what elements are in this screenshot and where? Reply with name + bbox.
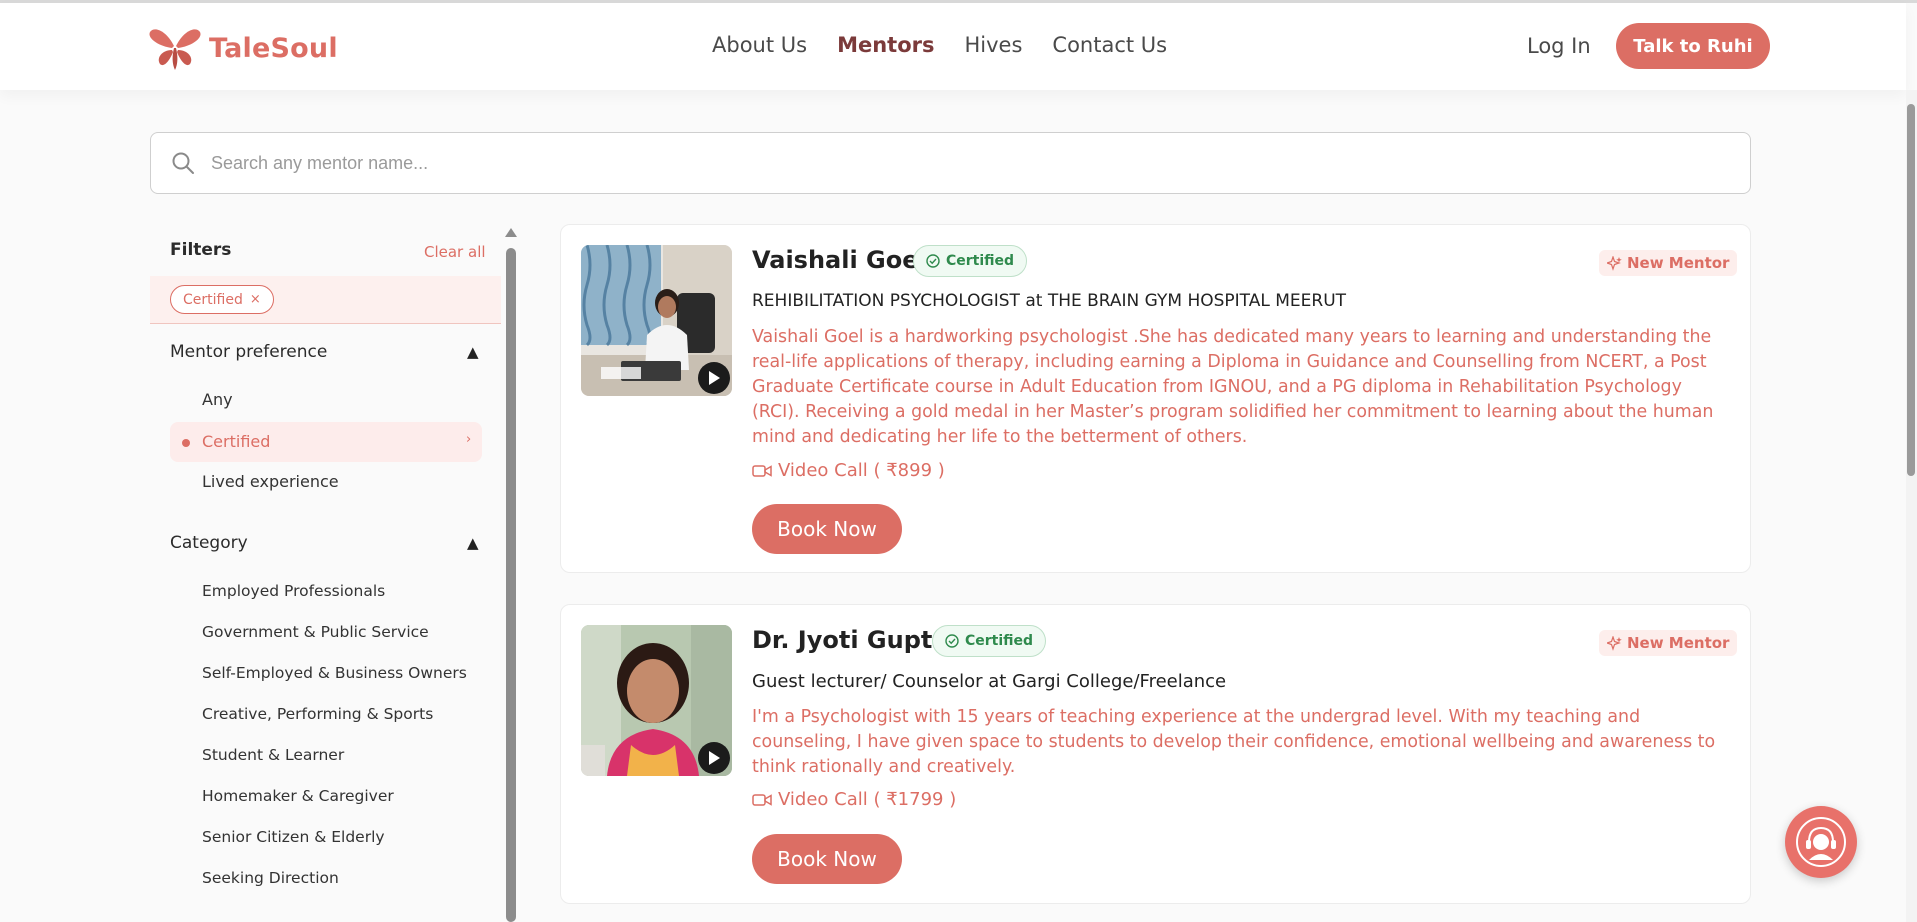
butterfly-logo-icon — [149, 29, 201, 70]
mentor-video-thumbnail[interactable] — [581, 245, 732, 396]
category-option[interactable]: Homemaker & Caregiver — [202, 787, 394, 805]
certified-badge: Certified — [932, 625, 1047, 657]
site-header: TaleSoul About Us Mentors Hives Contact … — [0, 3, 1906, 90]
clear-all-link[interactable]: Clear all — [424, 243, 486, 261]
mentor-description: I'm a Psychologist with 15 years of teac… — [752, 707, 1716, 777]
category-option[interactable]: Self-Employed & Business Owners — [202, 664, 467, 682]
video-call-price: Video Call ( ₹899 ) — [752, 460, 945, 481]
new-mentor-tag: New Mentor — [1599, 630, 1738, 656]
category-option[interactable]: Employed Professionals — [202, 582, 385, 600]
mentor-card: Vaishali Goel Certified New Mentor REHIB… — [560, 224, 1751, 573]
nav-contact-us[interactable]: Contact Us — [1052, 33, 1167, 57]
pref-option-any[interactable]: Any — [202, 390, 233, 409]
tag-label: New Mentor — [1627, 254, 1730, 272]
sidebar-scrollbar[interactable] — [505, 228, 517, 922]
nav-about-us[interactable]: About Us — [712, 33, 807, 57]
mentor-search — [150, 132, 1751, 194]
brand-logo[interactable]: TaleSoul — [148, 26, 338, 70]
category-option[interactable]: Student & Learner — [202, 746, 344, 764]
search-icon — [172, 152, 194, 174]
category-option[interactable]: Government & Public Service — [202, 623, 429, 641]
badge-label: Certified — [946, 253, 1015, 269]
scrollbar-thumb[interactable] — [506, 248, 516, 922]
chevron-right-icon: › — [466, 432, 472, 447]
sparkle-icon — [1607, 255, 1622, 271]
filters-sidebar: Filters Clear all Certified × Mentor pre… — [150, 228, 501, 922]
mentor-preference-title: Mentor preference — [170, 342, 328, 362]
scroll-up-arrow-icon[interactable] — [505, 228, 517, 237]
category-title: Category — [170, 533, 248, 553]
collapse-arrow-icon[interactable]: ▲ — [467, 343, 479, 361]
category-option[interactable]: Creative, Performing & Sports — [202, 705, 433, 723]
nav-mentors[interactable]: Mentors — [837, 33, 934, 57]
collapse-arrow-icon[interactable]: ▲ — [467, 534, 479, 552]
book-now-button[interactable]: Book Now — [752, 504, 902, 554]
mentor-video-thumbnail[interactable] — [581, 625, 732, 776]
video-call-price: Video Call ( ₹1799 ) — [752, 789, 956, 810]
mentor-role: Guest lecturer/ Counselor at Gargi Colle… — [752, 671, 1227, 692]
mentor-name[interactable]: Vaishali Goel — [752, 246, 927, 274]
support-agent-icon — [1796, 817, 1846, 867]
video-call-label: Video Call ( ₹899 ) — [778, 460, 945, 481]
page-scrollbar[interactable] — [1906, 90, 1917, 922]
pref-option-label: Certified — [202, 432, 271, 451]
filters-title: Filters — [170, 240, 232, 260]
certified-badge: Certified — [913, 245, 1028, 277]
login-link[interactable]: Log In — [1527, 34, 1591, 58]
selected-dot-icon — [182, 439, 190, 447]
check-circle-icon — [945, 634, 959, 648]
sparkle-icon — [1607, 635, 1622, 651]
pref-option-lived-experience[interactable]: Lived experience — [202, 472, 339, 491]
badge-label: Certified — [965, 633, 1034, 649]
chat-assistant-button[interactable] — [1785, 806, 1857, 878]
close-icon[interactable]: × — [250, 292, 261, 307]
chip-label: Certified — [183, 291, 243, 308]
talk-to-ruhi-button[interactable]: Talk to Ruhi — [1616, 23, 1770, 69]
book-now-button[interactable]: Book Now — [752, 834, 902, 884]
main-nav: About Us Mentors Hives Contact Us — [712, 33, 1167, 57]
mentor-card: Dr. Jyoti Gupta Certified New Mentor Gue… — [560, 604, 1751, 904]
check-circle-icon — [926, 254, 940, 268]
mentor-description: Vaishali Goel is a hardworking psycholog… — [752, 327, 1714, 447]
category-option[interactable]: Senior Citizen & Elderly — [202, 828, 385, 846]
nav-hives[interactable]: Hives — [965, 33, 1023, 57]
video-camera-icon — [752, 464, 772, 477]
tag-label: New Mentor — [1627, 634, 1730, 652]
page: TaleSoul About Us Mentors Hives Contact … — [0, 0, 1917, 922]
scrollbar-thumb[interactable] — [1907, 104, 1915, 476]
search-input[interactable] — [211, 152, 1611, 174]
play-icon[interactable] — [698, 742, 730, 774]
brand-name: TaleSoul — [209, 32, 338, 64]
active-filters: Certified × — [150, 276, 501, 324]
new-mentor-tag: New Mentor — [1599, 250, 1738, 276]
play-icon[interactable] — [698, 362, 730, 394]
video-camera-icon — [752, 793, 772, 806]
video-call-label: Video Call ( ₹1799 ) — [778, 789, 957, 810]
filter-chip-certified[interactable]: Certified × — [170, 285, 274, 314]
category-option[interactable]: Seeking Direction — [202, 869, 339, 887]
mentor-name[interactable]: Dr. Jyoti Gupta — [752, 626, 949, 654]
pref-option-certified[interactable]: Certified › — [170, 422, 482, 462]
mentor-role: REHIBILITATION PSYCHOLOGIST at THE BRAIN… — [752, 291, 1347, 311]
